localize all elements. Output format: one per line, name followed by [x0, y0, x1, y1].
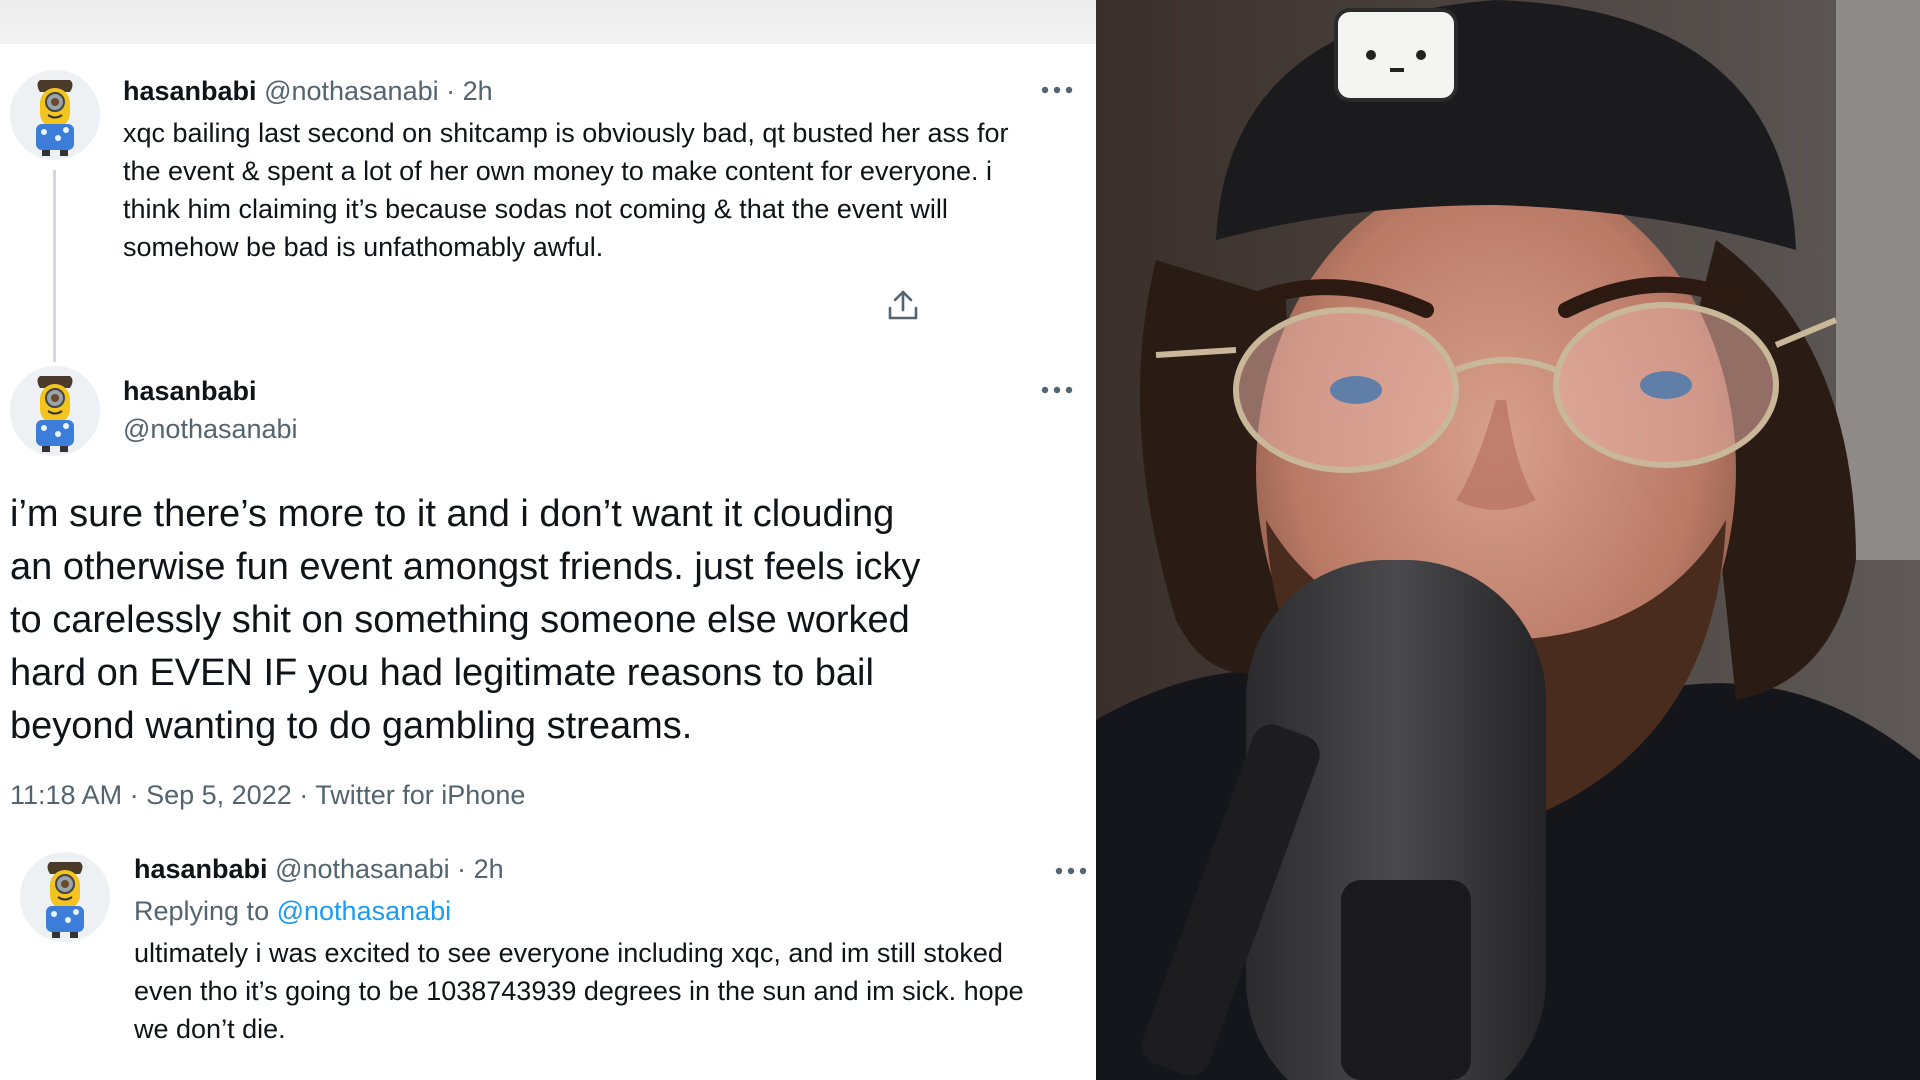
- post-time[interactable]: 2h: [474, 854, 504, 884]
- tweet-2-timestamp: 11:18 AM · Sep 5, 2022 · Twitter for iPh…: [10, 780, 525, 811]
- user-handle[interactable]: @nothasanabi: [123, 414, 298, 444]
- tweet-2-name: hasanbabi: [123, 376, 257, 407]
- more-icon[interactable]: [1040, 85, 1074, 95]
- user-handle[interactable]: @nothasanabi: [264, 76, 439, 106]
- post-time[interactable]: 11:18 AM: [10, 780, 122, 810]
- text-line: xqc bailing last second on shitcamp is o…: [123, 118, 1009, 148]
- post-source[interactable]: Twitter for iPhone: [315, 780, 525, 810]
- text-line: beyond wanting to do gambling streams.: [10, 705, 693, 747]
- replying-to: Replying to @nothasanabi: [134, 896, 451, 927]
- text-line: we don’t die.: [134, 1014, 286, 1044]
- separator: ·: [457, 854, 467, 884]
- text-line: somehow be bad is unfathomably awful.: [123, 232, 604, 262]
- text-line: i’m sure there’s more to it and i don’t …: [10, 493, 895, 535]
- tweet-screenshot: hasanbabi @nothasanabi · 2h xqc bailing …: [0, 0, 1096, 1080]
- streamer-photo: [1096, 0, 1920, 1080]
- tweet-3-body: ultimately i was excited to see everyone…: [134, 934, 1084, 1048]
- streamer-photo-image: [1096, 0, 1920, 1080]
- display-name[interactable]: hasanbabi: [123, 76, 257, 106]
- text-line: even tho it’s going to be 1038743939 deg…: [134, 976, 1024, 1006]
- mention-link[interactable]: @nothasanabi: [277, 896, 452, 926]
- text-line: think him claiming it’s because sodas no…: [123, 194, 948, 224]
- tweet-1-body: xqc bailing last second on shitcamp is o…: [123, 114, 1063, 266]
- more-icon[interactable]: [1040, 385, 1074, 395]
- share-icon[interactable]: [886, 288, 920, 322]
- top-strip: [0, 0, 1096, 44]
- tweet-1-header: hasanbabi @nothasanabi · 2h: [123, 76, 493, 107]
- text-line: the event & spent a lot of her own money…: [123, 156, 992, 186]
- separator: ·: [129, 780, 139, 810]
- text-line: ultimately i was excited to see everyone…: [134, 938, 1003, 968]
- text-line: to carelessly shit on something someone …: [10, 599, 910, 641]
- minion-avatar-icon[interactable]: [20, 852, 110, 942]
- tweet-2-handle: @nothasanabi: [123, 414, 298, 445]
- display-name[interactable]: hasanbabi: [134, 854, 268, 884]
- composite-image: hasanbabi @nothasanabi · 2h xqc bailing …: [0, 0, 1920, 1080]
- minion-avatar-icon[interactable]: [10, 70, 100, 160]
- minion-avatar-icon[interactable]: [10, 366, 100, 456]
- tweet-2-body: i’m sure there’s more to it and i don’t …: [10, 488, 1080, 753]
- display-name[interactable]: hasanbabi: [123, 376, 257, 406]
- post-time[interactable]: 2h: [463, 76, 493, 106]
- more-icon[interactable]: [1054, 866, 1088, 876]
- separator: ·: [446, 76, 456, 106]
- tweet-3-header: hasanbabi @nothasanabi · 2h: [134, 854, 504, 885]
- thread-line: [53, 170, 56, 362]
- text-line: hard on EVEN IF you had legitimate reaso…: [10, 652, 874, 694]
- separator: ·: [299, 780, 309, 810]
- replying-label: Replying to: [134, 896, 270, 926]
- text-line: an otherwise fun event amongst friends. …: [10, 546, 921, 588]
- post-date[interactable]: Sep 5, 2022: [146, 780, 292, 810]
- user-handle[interactable]: @nothasanabi: [275, 854, 450, 884]
